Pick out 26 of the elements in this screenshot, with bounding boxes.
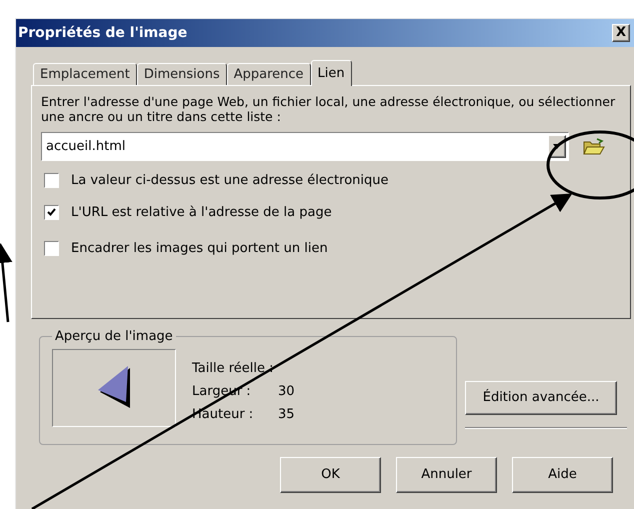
checkbox[interactable] [44,241,59,256]
checkbox-label: La valeur ci-dessus est une adresse électronique [71,172,388,190]
folder-icon [583,138,605,156]
triangle-icon [96,366,132,410]
tab[interactable]: Emplacement [33,63,137,85]
checkbox[interactable] [44,204,59,220]
close-button[interactable]: X [612,24,630,42]
checkbox-label: L'URL est relative à l'adresse de la page [71,204,332,222]
size-label: Taille réelle : [192,360,275,378]
dimension-value: 30 [278,382,295,400]
group-legend: Aperçu de l'image [52,327,176,346]
checkmark-icon [47,208,56,216]
browse-button[interactable] [581,136,607,158]
tab[interactable]: Apparence [226,63,311,85]
dialog-button[interactable]: Aide [512,457,613,493]
url-value: accueil.html [46,138,126,156]
advanced-edit-button[interactable]: Édition avancée... [465,381,617,415]
tab[interactable]: Dimensions [136,63,227,85]
checkbox[interactable] [44,173,59,188]
dialog-button[interactable]: Annuler [396,457,497,493]
tab[interactable]: Lien [310,60,352,86]
window-title: Propriétés de l'image [18,24,188,42]
checkbox-label: Encadrer les images qui portent un lien [71,240,328,258]
dialog-button[interactable]: OK [280,457,381,493]
dimension-value: 35 [278,406,295,424]
link-description: Entrer l'adresse d'une page Web, un fichier local, une adresse électronique, ou sélectionner une ancre ou un titre dans cette liste : [41,94,616,124]
